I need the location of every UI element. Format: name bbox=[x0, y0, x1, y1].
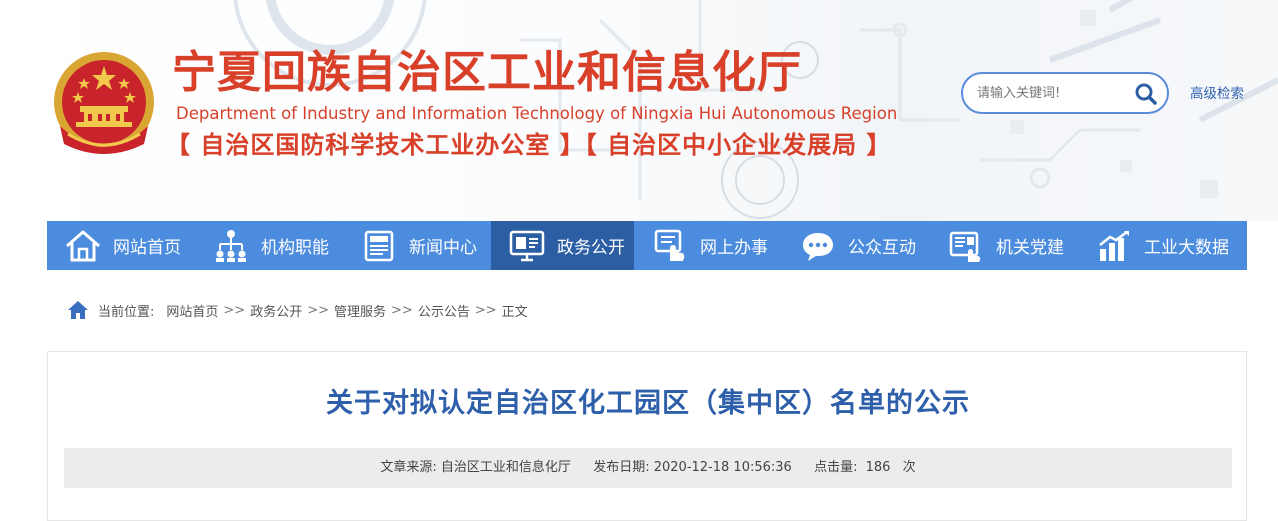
breadcrumb-item-current: 正文 bbox=[501, 304, 528, 320]
article-meta-bar: 文章来源: 自治区工业和信息化厅 发布日期: 2020-12-18 10:56:… bbox=[64, 448, 1232, 488]
breadcrumb: 当前位置: 网站首页 >> 政务公开 >> 管理服务 >> 公示公告 >> 正文 bbox=[66, 298, 528, 322]
nav-item-label: 公众互动 bbox=[848, 238, 916, 258]
online-service-icon bbox=[650, 226, 690, 266]
breadcrumb-item-announcements[interactable]: 公示公告 bbox=[418, 301, 470, 320]
national-emblem-logo bbox=[54, 52, 154, 154]
nav-item-label: 网上办事 bbox=[700, 238, 768, 258]
nav-item-label: 政务公开 bbox=[557, 238, 625, 258]
article-title: 关于对拟认定自治区化工园区（集中区）名单的公示 bbox=[326, 388, 970, 419]
site-affiliations: 【 自治区国防科学技术工业办公室 】【 自治区中小企业发展局 】 bbox=[166, 131, 892, 159]
breadcrumb-separator: >> bbox=[307, 302, 330, 318]
article-clicks-label: 点击量: bbox=[814, 460, 858, 475]
bar-chart-icon bbox=[1094, 226, 1134, 266]
advanced-search-link[interactable]: 高级检索 bbox=[1190, 82, 1244, 102]
breadcrumb-separator: >> bbox=[391, 302, 413, 318]
site-subtitle-english: Department of Industry and Information T… bbox=[176, 104, 898, 123]
home-icon bbox=[68, 301, 88, 319]
nav-item-party-building[interactable]: 机关党建 bbox=[930, 221, 1078, 270]
nav-item-home[interactable]: 网站首页 bbox=[47, 221, 195, 270]
article-container: 关于对拟认定自治区化工园区（集中区）名单的公示 文章来源: 自治区工业和信息化厅… bbox=[47, 351, 1247, 521]
article-source: 自治区工业和信息化厅 bbox=[440, 460, 571, 475]
nav-item-label: 新闻中心 bbox=[409, 238, 477, 258]
nav-item-online-service[interactable]: 网上办事 bbox=[634, 221, 782, 270]
org-chart-icon bbox=[211, 226, 251, 266]
site-header: 宁夏回族自治区工业和信息化厅 Department of Industry an… bbox=[0, 0, 1278, 221]
search-input[interactable] bbox=[977, 82, 1127, 104]
article-clicks: 186 bbox=[865, 460, 891, 475]
search-box bbox=[961, 72, 1169, 114]
article-date: 2020-12-18 10:56:36 bbox=[653, 460, 792, 475]
nav-item-news[interactable]: 新闻中心 bbox=[343, 221, 491, 270]
chat-icon bbox=[798, 226, 838, 266]
nav-item-public-interaction[interactable]: 公众互动 bbox=[782, 221, 930, 270]
site-title: 宁夏回族自治区工业和信息化厅 bbox=[172, 47, 802, 98]
nav-item-label: 工业大数据 bbox=[1144, 238, 1229, 258]
news-icon bbox=[359, 226, 399, 266]
article-date-label: 发布日期: bbox=[593, 460, 650, 475]
breadcrumb-item-management-services[interactable]: 管理服务 bbox=[334, 301, 386, 320]
breadcrumb-separator: >> bbox=[223, 302, 246, 318]
breadcrumb-item-home[interactable]: 网站首页 bbox=[166, 301, 218, 320]
search-icon bbox=[1135, 83, 1157, 105]
monitor-icon bbox=[507, 226, 547, 266]
article-clicks-unit: 次 bbox=[902, 460, 916, 475]
nav-item-label: 网站首页 bbox=[113, 238, 181, 258]
article-source-label: 文章来源: bbox=[380, 460, 437, 475]
nav-item-industrial-big-data[interactable]: 工业大数据 bbox=[1078, 221, 1247, 270]
breadcrumb-separator: >> bbox=[474, 302, 497, 318]
party-building-icon bbox=[946, 226, 986, 266]
nav-item-organization[interactable]: 机构职能 bbox=[195, 221, 343, 270]
home-icon bbox=[63, 226, 103, 266]
breadcrumb-item-gov-affairs[interactable]: 政务公开 bbox=[250, 301, 302, 320]
search-button[interactable] bbox=[1133, 82, 1159, 106]
breadcrumb-prefix: 当前位置: bbox=[98, 304, 155, 320]
nav-item-label: 机关党建 bbox=[996, 238, 1064, 258]
nav-item-gov-affairs[interactable]: 政务公开 bbox=[491, 221, 634, 270]
main-nav: 网站首页 机构职能 新闻中心 政务公开 网上办事 公众互动 机关党建 工业大数据 bbox=[47, 221, 1247, 270]
nav-item-label: 机构职能 bbox=[261, 238, 329, 258]
